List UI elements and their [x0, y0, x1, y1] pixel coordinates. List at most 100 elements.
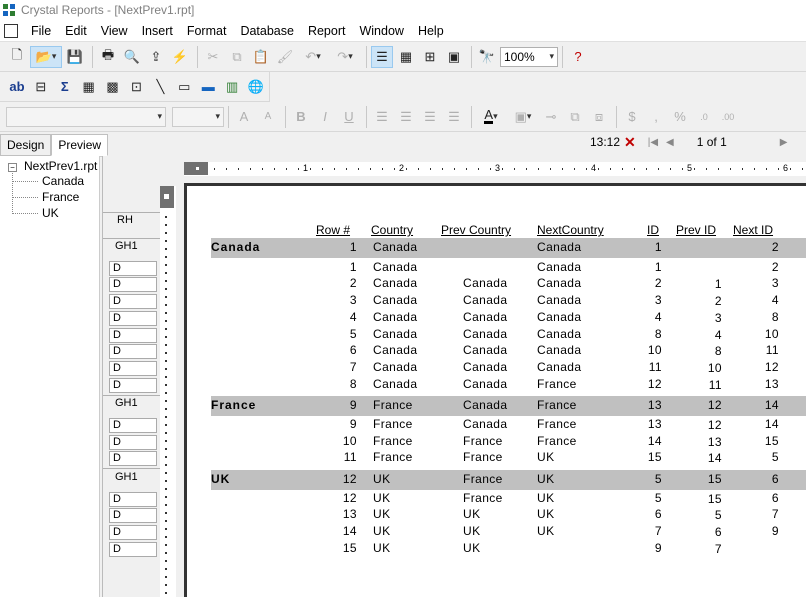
bold-icon[interactable]: B [290, 106, 312, 128]
close-view-icon[interactable]: ✕ [624, 134, 636, 151]
paste-icon[interactable]: 📋 [250, 46, 272, 68]
help-icon[interactable]: ? [567, 46, 589, 68]
menu-format[interactable]: Format [180, 24, 234, 38]
save-icon[interactable]: 💾 [64, 46, 86, 68]
border-icon[interactable]: ▣ ▾ [508, 106, 538, 128]
page-indicator: 1 of 1 [696, 135, 727, 149]
section-label: D [109, 378, 157, 393]
table-cell: 6 [714, 525, 722, 539]
column-header: NextCountry [537, 223, 604, 237]
undo-icon[interactable]: ↶ ▾ [298, 46, 328, 68]
cut-icon[interactable]: ✂ [202, 46, 224, 68]
table-cell: 9 [349, 417, 357, 431]
ruler-tick [165, 320, 167, 322]
increase-decimals-icon[interactable]: .0 [693, 106, 715, 128]
format-painter-icon[interactable]: 🖌 [274, 46, 296, 68]
table-cell: Canada [373, 343, 418, 357]
table-cell: 2 [349, 276, 357, 290]
print-icon[interactable]: 🖶 [97, 46, 119, 68]
lock-size-icon[interactable]: ⧈ [588, 106, 610, 128]
tree-item-canada[interactable]: Canada [42, 174, 84, 188]
table-cell: 12 [707, 398, 722, 412]
menu-database[interactable]: Database [233, 24, 301, 38]
export-icon[interactable]: ⇪ [145, 46, 167, 68]
subreport-icon[interactable]: ⊡ [126, 76, 148, 98]
table-cell: 3 [349, 293, 357, 307]
menu-insert[interactable]: Insert [135, 24, 180, 38]
next-page-icon[interactable]: ▶ [780, 137, 788, 148]
tree-item-uk[interactable]: UK [42, 206, 59, 220]
document-icon[interactable] [4, 23, 18, 38]
menu-help[interactable]: Help [411, 24, 451, 38]
field-explorer-icon[interactable]: ▦ [395, 46, 417, 68]
tab-preview[interactable]: Preview [51, 134, 109, 156]
repository-icon[interactable]: ▣ [443, 46, 465, 68]
underline-icon[interactable]: U [338, 106, 360, 128]
align-center-icon[interactable]: ☰ [395, 106, 417, 128]
ruler-tick [250, 168, 251, 170]
collapse-icon[interactable]: − [8, 163, 17, 172]
first-page-icon[interactable]: |◀ [648, 137, 658, 148]
cross-tab-icon[interactable]: ▦ [78, 76, 100, 98]
align-left-icon[interactable]: ☰ [371, 106, 393, 128]
section-divider [103, 395, 160, 396]
refresh-icon[interactable]: ⚡ [169, 46, 191, 68]
tab-design[interactable]: Design [0, 134, 52, 156]
olap-grid-icon[interactable]: ▩ [102, 76, 124, 98]
table-cell: Canada [463, 343, 508, 357]
justify-icon[interactable]: ☰ [443, 106, 465, 128]
box-icon[interactable]: ▭ [173, 76, 195, 98]
decrease-decimals-icon[interactable]: .00 [717, 106, 739, 128]
align-right-icon[interactable]: ☰ [419, 106, 441, 128]
percent-icon[interactable]: % [669, 106, 691, 128]
ruler-tick [165, 368, 167, 370]
menu-file[interactable]: File [24, 24, 58, 38]
menu-edit[interactable]: Edit [58, 24, 94, 38]
tree-root[interactable]: NextPrev1.rpt [24, 159, 97, 173]
ruler-tick [418, 168, 419, 170]
menu-window[interactable]: Window [352, 24, 410, 38]
picture-icon[interactable]: ▬ [197, 76, 219, 98]
chart-icon[interactable]: ▥ [221, 76, 243, 98]
table-cell: 2 [714, 294, 722, 308]
font-color-icon[interactable]: A ▾ [476, 106, 506, 128]
report-explorer-icon[interactable]: ⊞ [419, 46, 441, 68]
font-size-combo[interactable]: ▾ [172, 106, 224, 127]
line-icon[interactable]: ╲ [149, 76, 171, 98]
group-icon[interactable]: ⊟ [30, 76, 52, 98]
new-icon[interactable]: 🗋 [6, 46, 28, 68]
group-name[interactable]: UK [211, 472, 230, 486]
previous-page-icon[interactable]: ◀ [666, 137, 674, 148]
table-cell: 9 [771, 524, 779, 538]
ruler-tick [262, 168, 263, 170]
table-cell: 6 [654, 507, 662, 521]
toggle-tree-icon[interactable]: ☰ [371, 45, 393, 68]
open-icon[interactable]: 📂 ▾ [30, 45, 62, 68]
table-cell: 10 [342, 434, 357, 448]
thousands-icon[interactable]: , [645, 106, 667, 128]
lock-format-icon[interactable]: ⧉ [564, 106, 586, 128]
currency-icon[interactable]: $ [621, 106, 643, 128]
italic-icon[interactable]: I [314, 106, 336, 128]
print-preview-icon[interactable]: 🔍 [121, 46, 143, 68]
table-cell: 4 [349, 310, 357, 324]
text-object-icon[interactable]: ab [6, 76, 28, 98]
table-cell: 5 [654, 491, 662, 505]
zoom-combo[interactable]: 100% ▾ [500, 46, 558, 67]
increase-font-icon[interactable]: A [233, 106, 255, 128]
find-icon[interactable]: 🔭 [476, 46, 498, 68]
menu-report[interactable]: Report [301, 24, 353, 38]
menu-view[interactable]: View [94, 24, 135, 38]
summary-icon[interactable]: Σ [54, 76, 76, 98]
font-name-combo[interactable]: ▾ [6, 106, 166, 127]
decrease-font-icon[interactable]: A [257, 106, 279, 128]
table-cell: 11 [765, 343, 779, 357]
map-icon[interactable]: 🌐 [245, 76, 267, 98]
tree-item-france[interactable]: France [42, 190, 79, 204]
group-name[interactable]: France [211, 398, 256, 412]
suppress-icon[interactable]: ⊸ [540, 106, 562, 128]
ruler-tick [454, 168, 455, 170]
group-name[interactable]: Canada [211, 240, 260, 254]
redo-icon[interactable]: ↷ ▾ [330, 46, 360, 68]
copy-icon[interactable]: ⧉ [226, 46, 248, 68]
